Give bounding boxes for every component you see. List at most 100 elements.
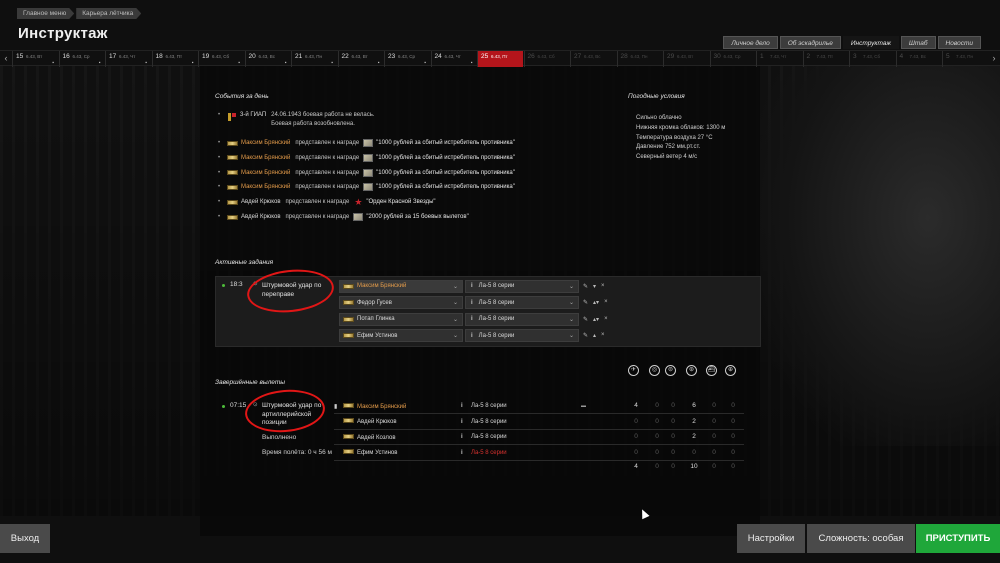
plane-select[interactable]: i Ла-5 8 серии ⌄ (465, 329, 579, 342)
info-icon[interactable]: i (471, 316, 473, 322)
tab-squadron[interactable]: Об эскадрилье (779, 36, 841, 49)
timeline-day[interactable]: 29 6.43, Вт (663, 51, 709, 67)
timeline-day-number: 18 (155, 53, 163, 60)
timeline-day-number: 23 (388, 53, 396, 60)
row-tools: ✎ ▴▾ × (583, 316, 608, 323)
timeline-day-date: 6.43, Пт (491, 54, 508, 59)
timeline-day[interactable]: 17 6.43, Чт ▪ (105, 51, 151, 67)
completed-pilot-name[interactable]: Ефим Устинов (357, 450, 397, 456)
tab-news[interactable]: Новости (937, 36, 981, 49)
reorder-icon[interactable]: ▴▾ (593, 299, 599, 306)
page-title: Инструктаж (18, 25, 108, 42)
active-status-dot (222, 284, 225, 287)
active-pilot-row: Потап Глинка ⌄ i Ла-5 8 серии ⌄ ✎ ▴▾ × (339, 312, 608, 326)
stat-value: 6 (692, 402, 696, 409)
stat-value: 0 (731, 433, 735, 440)
event-pilot-name[interactable]: Авдей Крюков (241, 214, 281, 220)
event-pilot-name[interactable]: Максим Брянский (241, 184, 290, 190)
info-icon[interactable]: i (471, 283, 473, 289)
timeline-day-date: 6.43, Чт (444, 54, 461, 59)
bookmark-icon: ▮ (334, 403, 338, 410)
completed-pilot-name[interactable]: Максим Брянский (357, 404, 406, 410)
timeline-day[interactable]: 21 6.43, Пн ▪ (291, 51, 337, 67)
close-icon[interactable]: × (604, 316, 608, 323)
edit-icon[interactable]: ✎ (583, 332, 588, 339)
timeline-day[interactable]: 18 6.43, Пт ▪ (151, 51, 198, 67)
timeline-next-icon[interactable]: › (989, 53, 999, 63)
close-icon[interactable]: × (604, 299, 608, 306)
timeline-day-marker-icon: ▪ (98, 60, 101, 66)
order-red-star-icon: ★ (354, 197, 363, 208)
events-title: События за день (215, 93, 269, 100)
event-pilot-name[interactable]: Максим Брянский (241, 155, 290, 161)
event-row: • Максим Брянский представлен к награде "10… (218, 181, 515, 193)
timeline-day-marker-icon: ▪ (470, 60, 473, 66)
pilot-select[interactable]: Ефим Устинов ⌄ (339, 329, 463, 342)
chevron-down-icon: ⌄ (568, 283, 574, 290)
info-icon[interactable]: i (461, 434, 471, 440)
edit-icon[interactable]: ✎ (583, 316, 588, 323)
exit-button[interactable]: Выход (0, 524, 50, 553)
tab-personal-file[interactable]: Личное дело (723, 36, 778, 49)
completed-pilot-name[interactable]: Авдей Крюков (357, 419, 397, 425)
reorder-icon[interactable]: ▴ (593, 332, 596, 339)
timeline-day[interactable]: 22 6.43, Вт ▪ (337, 51, 384, 67)
info-icon[interactable]: i (461, 419, 471, 425)
stat-total: 0 (712, 463, 716, 470)
timeline-day[interactable]: 2 7.43, Пт (802, 51, 849, 67)
timeline-day[interactable]: 4 7.43, Вс (895, 51, 942, 67)
timeline-day[interactable]: 1 7.43, Чт (756, 51, 802, 67)
close-icon[interactable]: × (601, 332, 605, 339)
timeline-day[interactable]: 30 6.43, Ср (709, 51, 756, 67)
breadcrumb-main-menu[interactable]: Главное меню (17, 8, 74, 19)
timeline-day[interactable]: 15 6.43, Вт ▪ (12, 51, 58, 67)
tab-briefing[interactable]: Инструктаж (842, 36, 899, 49)
timeline-day[interactable]: 24 6.43, Чт ▪ (430, 51, 477, 67)
edit-icon[interactable]: ✎ (583, 299, 588, 306)
plane-select[interactable]: i Ла-5 8 серии ⌄ (465, 296, 579, 309)
reorder-icon[interactable]: ▴▾ (593, 316, 599, 323)
timeline-day[interactable]: 27 6.43, Вс (570, 51, 616, 67)
timeline-prev-icon[interactable]: ‹ (1, 53, 11, 63)
info-icon[interactable]: i (461, 403, 471, 409)
difficulty-button[interactable]: Сложность: особая (807, 524, 915, 553)
plane-select[interactable]: i Ла-5 8 серии ⌄ (465, 312, 579, 326)
plane-select[interactable]: i Ла-5 8 серии ⌄ (465, 279, 579, 293)
completed-pilot-name[interactable]: Авдей Козлов (357, 435, 396, 441)
stat-value: 0 (655, 448, 659, 456)
timeline-day[interactable]: 23 6.43, Ср ▪ (384, 51, 430, 67)
timeline-day[interactable]: 20 6.43, Вс ▪ (244, 51, 291, 67)
settings-button[interactable]: Настройки (737, 524, 805, 553)
timeline-day[interactable]: 28 6.43, Пн (616, 51, 663, 67)
timeline-day[interactable]: 3 7.43, Сб (849, 51, 895, 67)
damage-badge-icon: ▬ (581, 403, 586, 409)
chevron-down-icon: ⌄ (452, 300, 458, 306)
edit-icon[interactable]: ✎ (583, 283, 588, 290)
timeline-day[interactable]: 25 6.43, Пт (477, 51, 523, 67)
plane-select-value: Ла-5 8 серии (478, 332, 515, 339)
pilot-select[interactable]: Максим Брянский ⌄ (339, 279, 463, 293)
close-icon[interactable]: × (601, 283, 605, 290)
event-pilot-name[interactable]: Максим Брянский (241, 140, 290, 146)
rank-plate-icon (227, 140, 238, 146)
completed-pilot-cell: Авдей Крюков (343, 418, 461, 425)
weather-wind: Северный ветер 4 м/с (636, 154, 698, 160)
timeline-day[interactable]: 19 6.43, Сб ▪ (198, 51, 244, 67)
active-pilot-row: Максим Брянский ⌄ i Ла-5 8 серии ⌄ ✎ ▾ × (339, 279, 605, 293)
info-icon[interactable]: i (471, 300, 473, 306)
timeline-day[interactable]: 5 7.43, Пн (942, 51, 988, 67)
info-icon[interactable]: i (461, 450, 471, 456)
timeline-day[interactable]: 16 6.43, Ср ▪ (58, 51, 105, 67)
tab-hq[interactable]: Штаб (900, 36, 936, 49)
stat-value: 0 (634, 417, 638, 425)
reorder-icon[interactable]: ▾ (593, 283, 596, 290)
info-icon[interactable]: i (471, 333, 473, 339)
breadcrumb-career[interactable]: Карьера лётчика (76, 8, 141, 19)
completed-plane-name: Ла-5 8 серии (471, 434, 507, 440)
start-button[interactable]: ПРИСТУПИТЬ (916, 524, 1000, 553)
event-pilot-name[interactable]: Авдей Крюков (241, 199, 281, 205)
pilot-select[interactable]: Потап Глинка ⌄ (339, 312, 463, 326)
pilot-select[interactable]: Федор Гусев ⌄ (339, 296, 463, 309)
event-pilot-name[interactable]: Максим Брянский (241, 170, 290, 176)
timeline-day[interactable]: 26 6.43, Сб (523, 51, 570, 67)
